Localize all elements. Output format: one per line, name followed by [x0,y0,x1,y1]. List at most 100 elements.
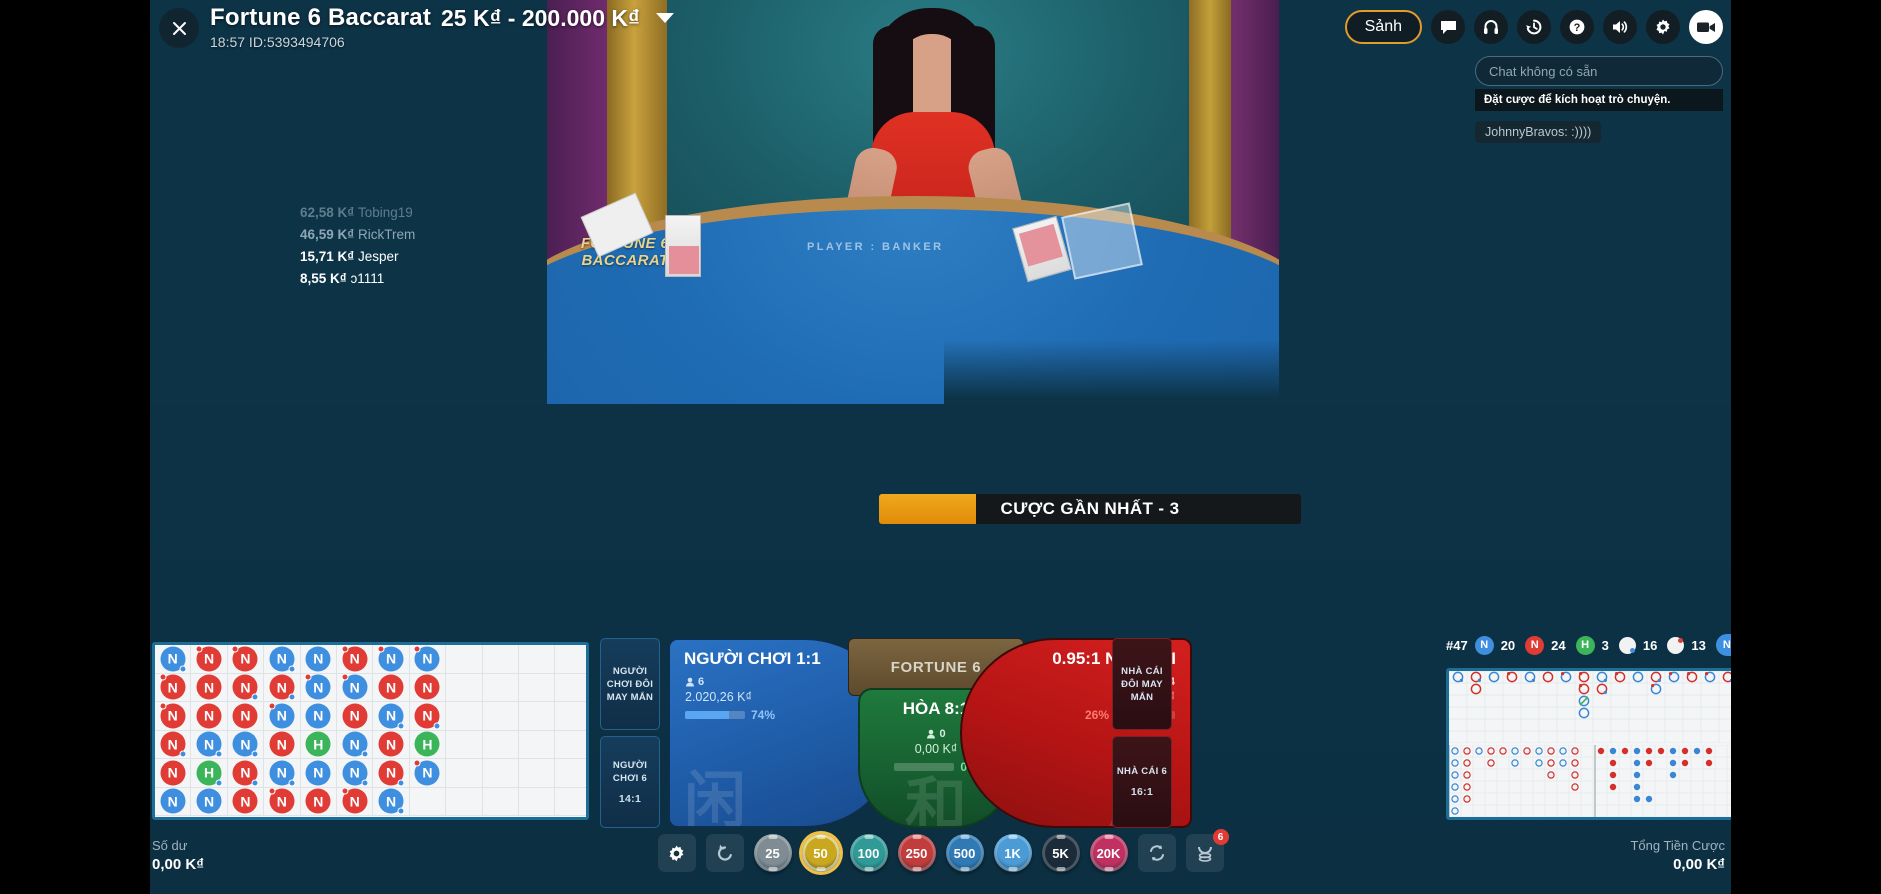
bead-cell: N [409,645,447,674]
bead-marker: N [305,760,331,786]
tie-cjk: 和 [904,770,968,828]
bead-marker: H [196,760,223,787]
table-player-banker-label: PLAYER : BANKER [807,241,944,253]
repeat-bet-button[interactable] [1137,834,1176,872]
player-cjk: 闲 [684,764,747,828]
volume-button[interactable] [1603,10,1637,44]
big-road-marker [1578,695,1590,707]
bet-banker-pair[interactable]: NHÀ CÁI ĐÔI MAY MẮN [1112,638,1172,730]
bead-marker: N [414,674,440,700]
banker-wins-badge: N [1525,635,1545,655]
bead-cell: N [336,730,374,759]
bead-marker: N [342,703,368,729]
undo-button[interactable] [705,834,744,872]
bead-cell: N [373,759,410,788]
bead-marker: N [268,787,295,814]
lobby-button[interactable]: Sảnh [1344,10,1422,44]
bead-marker: N [305,703,331,729]
chip-1K[interactable]: 1K [993,834,1032,872]
chip-values: 25 50 100 250 500 1K 5K 20K [753,834,1128,872]
big-eye-marker [1451,759,1459,767]
bead-cell: N [227,759,265,788]
player-prediction-pill[interactable]: N [1715,634,1731,656]
small-road-marker [1609,747,1617,755]
derived-roads [1449,745,1731,817]
big-road-marker [1578,671,1590,683]
small-road-marker [1633,759,1641,767]
big-eye-marker [1571,747,1579,755]
tie-count: 0 [939,728,946,740]
player-bar-fill [685,711,730,719]
settings-button[interactable] [1646,10,1680,44]
bead-marker: N [378,788,405,815]
bet-player-6[interactable]: NGƯỜI CHƠI 6 14:1 [600,736,660,828]
chip-250[interactable]: 250 [897,834,936,872]
bead-cell [446,759,483,788]
support-button[interactable] [1474,10,1508,44]
chip-25[interactable]: 25 [753,834,792,872]
big-road [1449,671,1731,743]
big-eye-marker [1451,807,1459,815]
bead-cell: N [191,787,228,816]
help-icon: ? [1569,19,1585,35]
bead-marker: N [378,674,404,700]
banker-wins-count: 24 [1551,637,1566,653]
game-frame: FORTUNE 6 BACCARAT PLAYER : BANKER [150,0,1731,894]
repeat-icon [1149,845,1164,861]
small-road-marker [1669,759,1677,767]
live-casino-app: FORTUNE 6 BACCARAT PLAYER : BANKER [0,0,1881,894]
bead-marker: N [268,702,295,729]
big-eye-marker [1559,747,1567,755]
big-eye-marker [1535,759,1543,767]
bead-cell [446,702,483,731]
chat-button[interactable] [1431,10,1465,44]
big-road-marker [1650,671,1662,683]
bead-cell: N [155,787,192,816]
bead-cell: N [336,759,374,788]
bead-cell [555,731,586,759]
chip-500[interactable]: 500 [945,834,984,872]
bead-marker: N [195,645,222,672]
bead-marker: N [342,731,369,758]
big-road-marker [1578,707,1590,719]
tie-amount: 0,00 K₫ [914,742,958,756]
chat-input[interactable]: Chat không có sẵn [1475,56,1723,86]
chip-100[interactable]: 100 [849,834,888,872]
bottom-bar: Số dư 0,00 K₫ 25 50 100 250 500 1K 5K 20K [150,829,1731,894]
bead-plate-road[interactable]: NNNNNNNNNNNNNNNNNNNNNNNNNNNNHNNHNHNNNNNN… [152,642,589,820]
bead-plate-grid: NNNNNNNNNNNNNNNNNNNNNNNNNNNNHNNHNHNNNNNN… [155,645,586,816]
help-button[interactable]: ? [1560,10,1594,44]
roadmap-panel[interactable] [1446,668,1731,820]
bead-cell [482,730,519,759]
big-eye-marker [1547,771,1555,779]
leaderboard-row: 62,58 K₫ Tobing19 [300,205,413,220]
double-bet-button[interactable]: 6 [1185,829,1229,872]
bead-cell: N [373,645,410,674]
player-pair-icon [1618,636,1636,654]
video-icon [1697,22,1715,32]
chip-5K[interactable]: 5K [1041,834,1080,872]
bet-banker-6[interactable]: NHÀ CÁI 6 16:1 [1112,736,1172,828]
chip-50[interactable]: 50 [801,834,840,872]
chevron-down-icon[interactable] [655,13,674,23]
video-button[interactable] [1689,10,1723,44]
close-button[interactable] [159,8,199,48]
tie-wins-badge: H [1575,635,1595,655]
bead-cell [482,673,519,702]
bet-settings-button[interactable] [657,834,696,872]
bead-cell [446,787,483,816]
bead-cell [518,673,556,702]
gear-icon [669,845,684,861]
leaderboard-row: 46,59 K₫ RickTrem [300,227,416,242]
bet-player-pair[interactable]: NGƯỜI CHƠI ĐÔI MAY MẮN [600,638,660,730]
small-road-marker [1609,771,1617,779]
big-road-marker [1560,671,1572,683]
chip-20K[interactable]: 20K [1089,834,1128,872]
big-road-marker [1470,683,1482,695]
bead-marker: N [378,703,405,730]
bead-cell [446,673,483,702]
history-button[interactable] [1517,10,1551,44]
bead-marker: N [232,674,259,701]
double-bet-icon [1197,846,1212,862]
bead-cell: N [155,759,192,788]
